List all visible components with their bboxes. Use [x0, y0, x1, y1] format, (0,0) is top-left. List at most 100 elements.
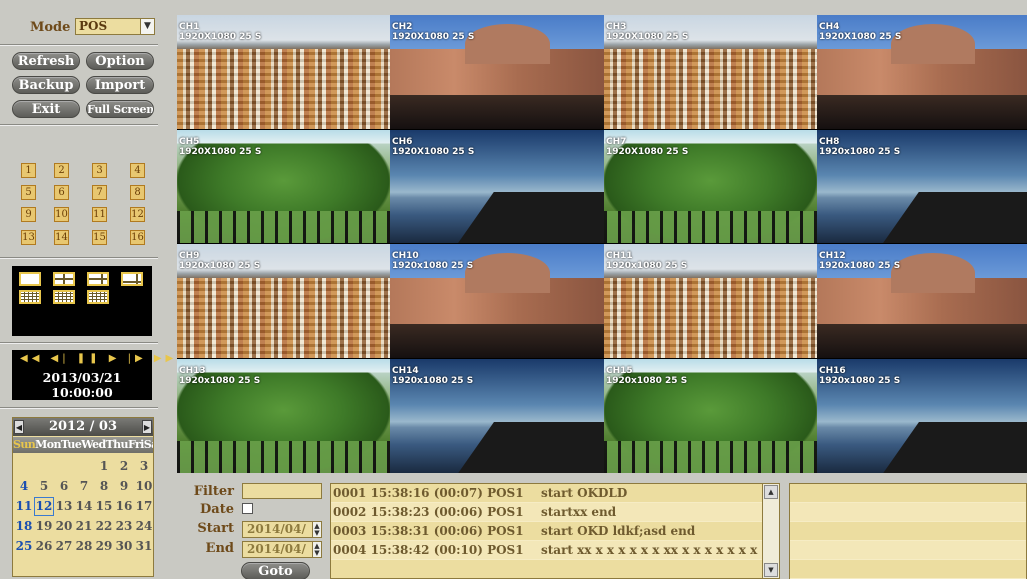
channel-6-button[interactable]: 6 — [54, 185, 69, 200]
calendar-day[interactable]: 4 — [14, 477, 34, 496]
calendar-day[interactable]: 9 — [114, 477, 134, 496]
scroll-down-icon[interactable]: ▼ — [764, 563, 778, 577]
channel-10-button[interactable]: 10 — [54, 207, 69, 222]
layout-8-icon[interactable] — [121, 272, 143, 286]
video-tile[interactable]: CH5 1920X1080 25 S — [177, 130, 390, 243]
calendar-day[interactable]: 12 — [34, 497, 54, 516]
calendar-day[interactable]: 26 — [34, 537, 54, 556]
calendar-day[interactable]: 5 — [34, 477, 54, 496]
calendar-day[interactable]: 16 — [114, 497, 134, 516]
calendar-next-icon[interactable]: ▶ — [142, 420, 152, 434]
spinner-icon[interactable]: ▲ ▼ — [312, 542, 321, 557]
channel-7-button[interactable]: 7 — [92, 185, 107, 200]
scroll-up-icon[interactable]: ▲ — [764, 485, 778, 499]
layout-16-icon[interactable] — [87, 290, 109, 304]
video-tile[interactable]: CH6 1920X1080 25 S — [390, 130, 604, 243]
calendar-day[interactable]: 8 — [94, 477, 114, 496]
calendar-day[interactable]: 17 — [134, 497, 154, 516]
channel-12-button[interactable]: 12 — [130, 207, 145, 222]
channel-16-button[interactable]: 16 — [130, 230, 145, 245]
video-tile[interactable]: CH2 1920X1080 25 S — [390, 15, 604, 129]
video-tile[interactable]: CH12 1920x1080 25 S — [817, 244, 1027, 358]
calendar-day[interactable]: 30 — [114, 537, 134, 556]
video-tile[interactable]: CH7 1920X1080 25 S — [604, 130, 817, 243]
calendar-prev-icon[interactable]: ◀ — [14, 420, 24, 434]
calendar-day[interactable]: 6 — [54, 477, 74, 496]
filter-input[interactable] — [242, 483, 322, 499]
channel-11-button[interactable]: 11 — [92, 207, 107, 222]
channel-13-button[interactable]: 13 — [21, 230, 36, 245]
goto-button[interactable]: Goto — [241, 562, 310, 579]
channel-1-button[interactable]: 1 — [21, 163, 36, 178]
calendar-day[interactable]: 21 — [74, 517, 94, 536]
calendar-day[interactable]: 28 — [74, 537, 94, 556]
calendar-day[interactable]: 24 — [134, 517, 154, 536]
log-row[interactable]: 0001 15:38:16 (00:07) POS1 start OKDLD — [331, 484, 763, 503]
channel-2-button[interactable]: 2 — [54, 163, 69, 178]
calendar-day[interactable]: 13 — [54, 497, 74, 516]
video-tile[interactable]: CH15 1920x1080 25 S — [604, 359, 817, 473]
channel-15-button[interactable]: 15 — [92, 230, 107, 245]
calendar-day[interactable]: 18 — [14, 517, 34, 536]
calendar-day[interactable]: 3 — [134, 457, 154, 476]
calendar-day[interactable]: 23 — [114, 517, 134, 536]
log-row[interactable]: 0002 15:38:23 (00:06) POS1 startxx end — [331, 503, 763, 522]
channel-14-button[interactable]: 14 — [54, 230, 69, 245]
calendar-day[interactable]: 14 — [74, 497, 94, 516]
import-button[interactable]: Import — [86, 76, 154, 94]
calendar-day[interactable]: 31 — [134, 537, 154, 556]
layout-9-icon[interactable] — [19, 290, 41, 304]
video-tile[interactable]: CH8 1920x1080 25 S — [817, 130, 1027, 243]
calendar-day[interactable]: 2 — [114, 457, 134, 476]
video-tile[interactable]: CH1 1920X1080 25 S — [177, 15, 390, 129]
weekday-sun: Sun — [13, 438, 36, 451]
layout-6-icon[interactable] — [87, 272, 109, 286]
end-date-field[interactable]: 2014/04/ ▲ ▼ — [242, 541, 322, 558]
calendar-day[interactable]: 25 — [14, 537, 34, 556]
video-tile[interactable]: CH14 1920x1080 25 S — [390, 359, 604, 473]
layout-1-icon[interactable] — [19, 272, 41, 286]
video-tile[interactable]: CH9 1920x1080 25 S — [177, 244, 390, 358]
calendar-day[interactable]: 7 — [74, 477, 94, 496]
exit-button[interactable]: Exit — [12, 100, 80, 118]
channel-9-button[interactable]: 9 — [21, 207, 36, 222]
log-scrollbar[interactable]: ▲ ▼ — [762, 484, 779, 578]
video-tile[interactable]: CH3 1920X1080 25 S — [604, 15, 817, 129]
calendar-day[interactable]: 29 — [94, 537, 114, 556]
calendar-day[interactable]: 10 — [134, 477, 154, 496]
playback-datetime: 2013/03/21 10:00:00 — [42, 370, 122, 400]
calendar-day[interactable]: 27 — [54, 537, 74, 556]
channel-3-button[interactable]: 3 — [92, 163, 107, 178]
calendar-day[interactable]: 11 — [14, 497, 34, 516]
calendar-day[interactable]: 19 — [34, 517, 54, 536]
chevron-down-icon[interactable]: ▼ — [140, 19, 154, 34]
video-tile[interactable]: CH16 1920x1080 25 S — [817, 359, 1027, 473]
backup-button[interactable]: Backup — [12, 76, 80, 94]
calendar-day[interactable]: 1 — [94, 457, 114, 476]
video-tile[interactable]: CH4 1920X1080 25 S — [817, 15, 1027, 129]
video-tile[interactable]: CH13 1920x1080 25 S — [177, 359, 390, 473]
channel-5-button[interactable]: 5 — [21, 185, 36, 200]
option-button[interactable]: Option — [86, 52, 154, 70]
log-row[interactable]: 0004 15:38:42 (00:10) POS1 start xx x x x… — [331, 541, 763, 560]
playback-buttons[interactable]: ◀◀ ◀| ❚❚ ▶ |▶ ▶▶ — [20, 353, 173, 364]
channel-4-button[interactable]: 4 — [130, 163, 145, 178]
refresh-button[interactable]: Refresh — [12, 52, 80, 70]
start-date-field[interactable]: 2014/04/ ▲ ▼ — [242, 521, 322, 538]
channel-8-button[interactable]: 8 — [130, 185, 145, 200]
log-row[interactable]: 0003 15:38:31 (00:06) POS1 start OKD ldkf… — [331, 522, 763, 541]
full-screen-button[interactable]: Full Screen — [86, 100, 154, 118]
channel-name: CH11 — [606, 251, 633, 261]
layout-4-icon[interactable] — [53, 272, 75, 286]
channel-name: CH9 — [179, 251, 200, 261]
calendar-day[interactable]: 22 — [94, 517, 114, 536]
calendar-day[interactable]: 15 — [94, 497, 114, 516]
layout-13-icon[interactable] — [53, 290, 75, 304]
calendar-day[interactable]: 20 — [54, 517, 74, 536]
video-tile[interactable]: CH10 1920x1080 25 S — [390, 244, 604, 358]
channel-name: CH4 — [819, 22, 840, 32]
date-checkbox[interactable] — [242, 503, 253, 514]
mode-select[interactable]: POS ▼ — [75, 18, 155, 35]
spinner-icon[interactable]: ▲ ▼ — [312, 522, 321, 537]
video-tile[interactable]: CH11 1920x1080 25 S — [604, 244, 817, 358]
